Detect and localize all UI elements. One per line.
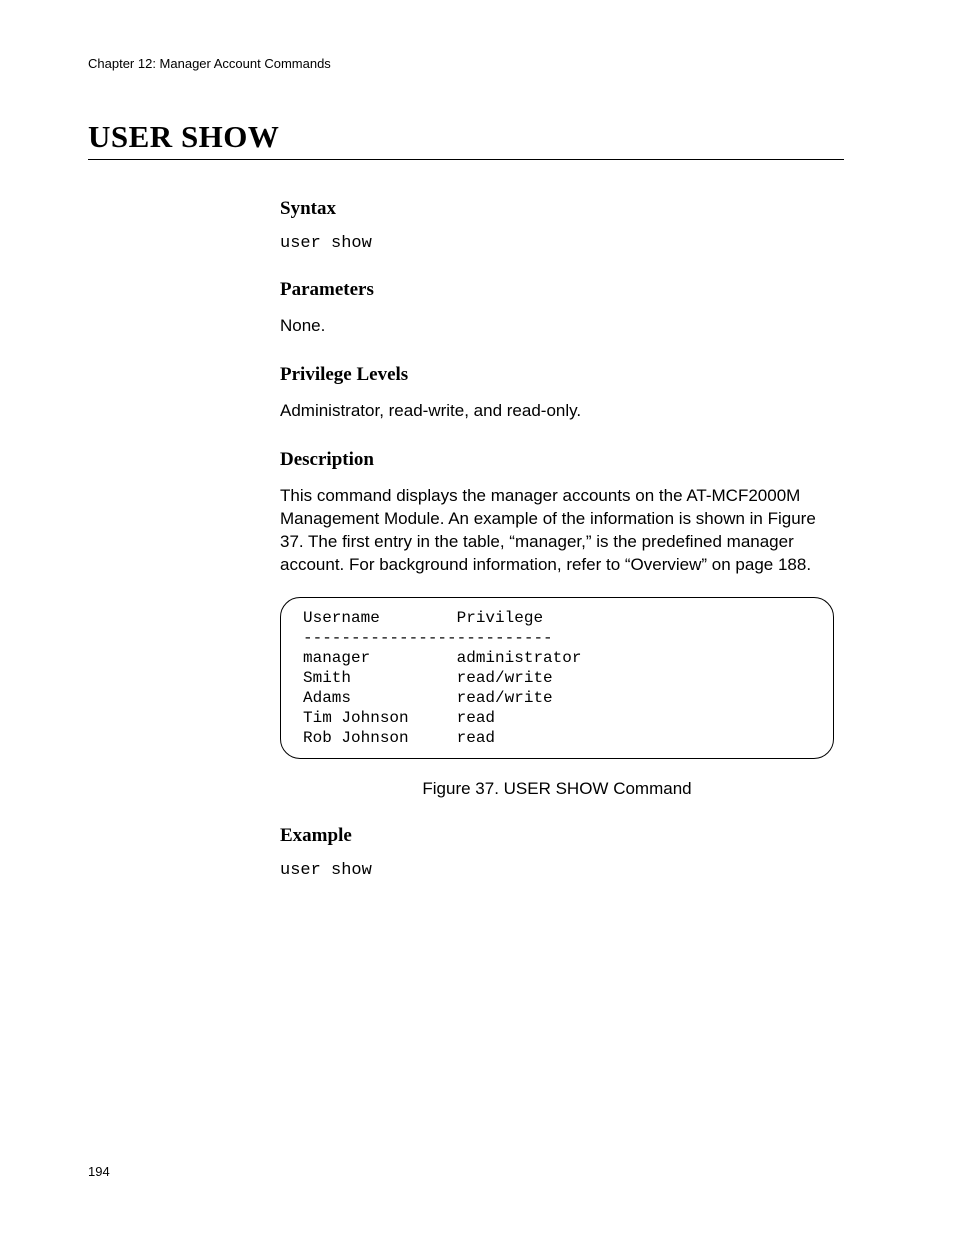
page-number: 194 <box>88 1164 110 1179</box>
heading-description: Description <box>280 449 834 471</box>
heading-parameters: Parameters <box>280 279 834 301</box>
heading-example: Example <box>280 825 834 847</box>
privilege-text: Administrator, read-write, and read-only… <box>280 400 834 423</box>
command-output-text: Username Privilege ---------------------… <box>303 608 811 748</box>
command-output-box: Username Privilege ---------------------… <box>280 597 834 759</box>
heading-privilege-levels: Privilege Levels <box>280 364 834 386</box>
description-text: This command displays the manager accoun… <box>280 485 834 577</box>
running-head: Chapter 12: Manager Account Commands <box>88 56 844 71</box>
body-column: Syntax user show Parameters None. Privil… <box>280 198 834 880</box>
heading-syntax: Syntax <box>280 198 834 220</box>
syntax-code: user show <box>280 234 834 253</box>
figure-caption: Figure 37. USER SHOW Command <box>280 779 834 799</box>
parameters-text: None. <box>280 315 834 338</box>
page-title: USER SHOW <box>88 119 844 160</box>
example-code: user show <box>280 861 834 880</box>
